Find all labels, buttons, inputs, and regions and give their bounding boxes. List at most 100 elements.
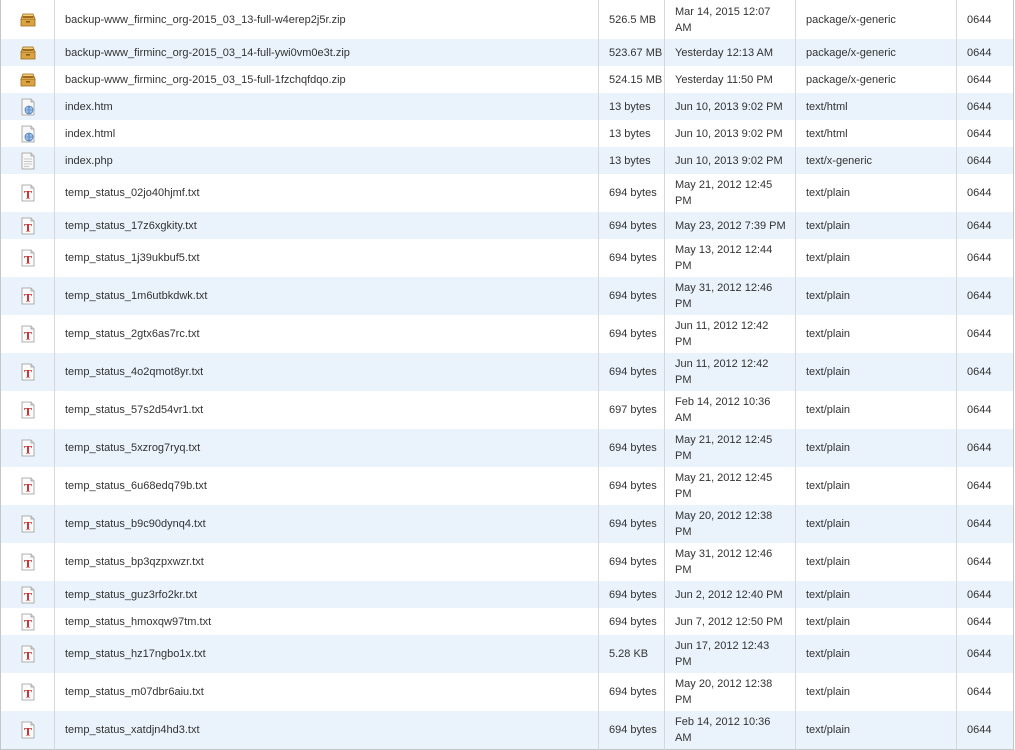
file-name[interactable]: temp_status_bp3qzpxwzr.txt <box>54 543 599 581</box>
file-permissions[interactable]: 0644 <box>956 239 1014 277</box>
svg-text:T: T <box>23 481 31 495</box>
file-permissions[interactable]: 0644 <box>956 277 1014 315</box>
file-modified: Jun 10, 2013 9:02 PM <box>664 147 796 174</box>
file-row[interactable]: Ttemp_status_1m6utbkdwk.txt 694 bytes May … <box>0 277 1014 315</box>
file-name[interactable]: temp_status_1m6utbkdwk.txt <box>54 277 599 315</box>
file-name[interactable]: temp_status_m07dbr6aiu.txt <box>54 673 599 711</box>
file-modified: May 20, 2012 12:38 PM <box>664 673 796 711</box>
file-row[interactable]: Ttemp_status_hmoxqw97tm.txt 694 bytes Jun … <box>0 608 1014 635</box>
file-row[interactable]: Ttemp_status_bp3qzpxwzr.txt 694 bytes May … <box>0 543 1014 581</box>
file-permissions[interactable]: 0644 <box>956 581 1014 608</box>
file-permissions[interactable]: 0644 <box>956 635 1014 673</box>
file-permissions[interactable]: 0644 <box>956 39 1014 66</box>
file-row[interactable]: Ttemp_status_1j39ukbuf5.txt 694 bytes May … <box>0 239 1014 277</box>
file-permissions[interactable]: 0644 <box>956 543 1014 581</box>
text-file-icon: T <box>19 184 37 202</box>
file-name[interactable]: temp_status_hz17ngbo1x.txt <box>54 635 599 673</box>
text-file-icon: T <box>19 217 37 234</box>
file-name[interactable]: temp_status_17z6xgkity.txt <box>54 212 599 239</box>
file-name[interactable]: temp_status_b9c90dynq4.txt <box>54 505 599 543</box>
file-permissions[interactable]: 0644 <box>956 673 1014 711</box>
file-size: 694 bytes <box>598 174 665 212</box>
file-permissions[interactable]: 0644 <box>956 0 1014 39</box>
file-permissions[interactable]: 0644 <box>956 711 1014 749</box>
text-file-icon: T <box>19 721 37 738</box>
file-name[interactable]: temp_status_guz3rfo2kr.txt <box>54 581 599 608</box>
archive-icon <box>19 46 37 59</box>
file-type: text/plain <box>795 608 957 635</box>
file-permissions[interactable]: 0644 <box>956 429 1014 467</box>
file-row[interactable]: Ttemp_status_guz3rfo2kr.txt 694 bytes Jun … <box>0 581 1014 608</box>
file-permissions[interactable]: 0644 <box>956 353 1014 391</box>
file-name[interactable]: temp_status_xatdjn4hd3.txt <box>54 711 599 749</box>
html-file-icon <box>19 125 37 142</box>
file-type: text/plain <box>795 429 957 467</box>
file-row[interactable]: Ttemp_status_xatdjn4hd3.txt 694 bytes Feb … <box>0 711 1014 749</box>
file-row[interactable]: Ttemp_status_hz17ngbo1x.txt 5.28 KB Jun 17… <box>0 635 1014 673</box>
file-permissions[interactable]: 0644 <box>956 505 1014 543</box>
file-permissions[interactable]: 0644 <box>956 147 1014 174</box>
file-row[interactable]: Ttemp_status_57s2d54vr1.txt 697 bytes Feb … <box>0 391 1014 429</box>
file-modified: Jun 17, 2012 12:43 PM <box>664 635 796 673</box>
file-row[interactable]: backup-www_firminc_org-2015_03_15-full-1… <box>0 66 1014 93</box>
file-row[interactable]: index.htm 13 bytes Jun 10, 2013 9:02 PM tex… <box>0 93 1014 120</box>
file-size: 13 bytes <box>598 93 665 120</box>
file-icon-cell: T <box>0 212 55 239</box>
file-size: 694 bytes <box>598 673 665 711</box>
file-modified: May 21, 2012 12:45 PM <box>664 429 796 467</box>
file-modified: Jun 10, 2013 9:02 PM <box>664 120 796 147</box>
file-permissions[interactable]: 0644 <box>956 315 1014 353</box>
file-row[interactable]: index.php 13 bytes Jun 10, 2013 9:02 PM tex… <box>0 147 1014 174</box>
svg-text:T: T <box>23 589 31 603</box>
file-name[interactable]: backup-www_firminc_org-2015_03_14-full-y… <box>54 39 599 66</box>
file-row[interactable]: Ttemp_status_17z6xgkity.txt 694 bytes May … <box>0 212 1014 239</box>
file-modified: Feb 14, 2012 10:36 AM <box>664 711 796 749</box>
file-row[interactable]: Ttemp_status_b9c90dynq4.txt 694 bytes May … <box>0 505 1014 543</box>
file-permissions[interactable]: 0644 <box>956 212 1014 239</box>
file-size: 5.28 KB <box>598 635 665 673</box>
file-size: 694 bytes <box>598 429 665 467</box>
file-name[interactable]: temp_status_hmoxqw97tm.txt <box>54 608 599 635</box>
file-row[interactable]: Ttemp_status_02jo40hjmf.txt 694 bytes May … <box>0 174 1014 212</box>
file-permissions[interactable]: 0644 <box>956 66 1014 93</box>
file-row[interactable]: Ttemp_status_4o2qmot8yr.txt 694 bytes Jun … <box>0 353 1014 391</box>
text-file-icon: T <box>19 553 37 571</box>
svg-text:T: T <box>23 519 31 533</box>
file-icon-cell: T <box>0 353 55 391</box>
text-file-icon: T <box>19 363 37 381</box>
file-permissions[interactable]: 0644 <box>956 467 1014 505</box>
file-name[interactable]: temp_status_6u68edq79b.txt <box>54 467 599 505</box>
text-file-icon: T <box>19 287 37 305</box>
file-name[interactable]: backup-www_firminc_org-2015_03_15-full-1… <box>54 66 599 93</box>
file-modified: May 31, 2012 12:46 PM <box>664 277 796 315</box>
file-name[interactable]: index.htm <box>54 93 599 120</box>
file-row[interactable]: Ttemp_status_6u68edq79b.txt 694 bytes May … <box>0 467 1014 505</box>
file-permissions[interactable]: 0644 <box>956 120 1014 147</box>
file-name[interactable]: backup-www_firminc_org-2015_03_13-full-w… <box>54 0 599 39</box>
file-icon-cell: T <box>0 635 55 673</box>
file-name[interactable]: temp_status_5xzrog7ryq.txt <box>54 429 599 467</box>
file-type: text/html <box>795 120 957 147</box>
file-row[interactable]: backup-www_firminc_org-2015_03_14-full-y… <box>0 39 1014 66</box>
file-name[interactable]: temp_status_4o2qmot8yr.txt <box>54 353 599 391</box>
file-name[interactable]: index.php <box>54 147 599 174</box>
file-row[interactable]: Ttemp_status_m07dbr6aiu.txt 694 bytes May … <box>0 673 1014 711</box>
file-row[interactable]: index.html 13 bytes Jun 10, 2013 9:02 PM te… <box>0 120 1014 147</box>
svg-text:T: T <box>23 557 31 571</box>
file-permissions[interactable]: 0644 <box>956 174 1014 212</box>
file-row[interactable]: Ttemp_status_5xzrog7ryq.txt 694 bytes May … <box>0 429 1014 467</box>
file-modified: May 21, 2012 12:45 PM <box>664 174 796 212</box>
file-modified: May 31, 2012 12:46 PM <box>664 543 796 581</box>
file-name[interactable]: temp_status_02jo40hjmf.txt <box>54 174 599 212</box>
file-type: text/plain <box>795 391 957 429</box>
file-permissions[interactable]: 0644 <box>956 93 1014 120</box>
file-name[interactable]: index.html <box>54 120 599 147</box>
file-row[interactable]: Ttemp_status_2gtx6as7rc.txt 694 bytes Jun … <box>0 315 1014 353</box>
file-type: text/plain <box>795 174 957 212</box>
file-row[interactable]: backup-www_firminc_org-2015_03_13-full-w… <box>0 0 1014 39</box>
file-name[interactable]: temp_status_57s2d54vr1.txt <box>54 391 599 429</box>
file-permissions[interactable]: 0644 <box>956 391 1014 429</box>
file-name[interactable]: temp_status_2gtx6as7rc.txt <box>54 315 599 353</box>
file-name[interactable]: temp_status_1j39ukbuf5.txt <box>54 239 599 277</box>
file-permissions[interactable]: 0644 <box>956 608 1014 635</box>
